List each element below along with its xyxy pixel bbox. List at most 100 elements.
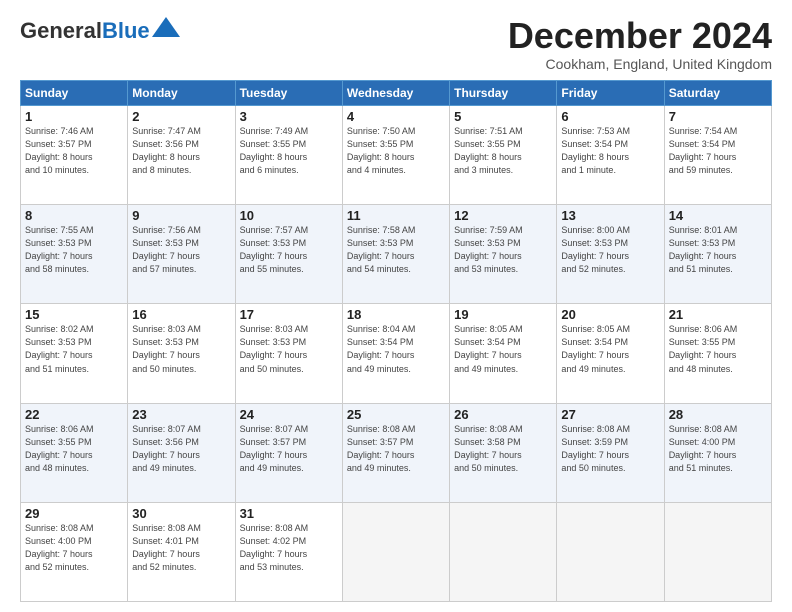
month-title: December 2024: [508, 18, 772, 54]
day-number: 3: [240, 109, 338, 124]
table-row: 23Sunrise: 8:07 AM Sunset: 3:56 PM Dayli…: [128, 403, 235, 502]
logo: GeneralBlue: [20, 18, 180, 44]
day-number: 26: [454, 407, 552, 422]
table-row: 15Sunrise: 8:02 AM Sunset: 3:53 PM Dayli…: [21, 304, 128, 403]
table-row: 7Sunrise: 7:54 AM Sunset: 3:54 PM Daylig…: [664, 106, 771, 205]
table-row: 11Sunrise: 7:58 AM Sunset: 3:53 PM Dayli…: [342, 205, 449, 304]
title-block: December 2024 Cookham, England, United K…: [508, 18, 772, 72]
calendar-week-row: 29Sunrise: 8:08 AM Sunset: 4:00 PM Dayli…: [21, 502, 772, 601]
day-info: Sunrise: 8:08 AM Sunset: 3:58 PM Dayligh…: [454, 423, 552, 475]
calendar-week-row: 22Sunrise: 8:06 AM Sunset: 3:55 PM Dayli…: [21, 403, 772, 502]
table-row: 14Sunrise: 8:01 AM Sunset: 3:53 PM Dayli…: [664, 205, 771, 304]
table-row: 6Sunrise: 7:53 AM Sunset: 3:54 PM Daylig…: [557, 106, 664, 205]
day-info: Sunrise: 7:56 AM Sunset: 3:53 PM Dayligh…: [132, 224, 230, 276]
col-tuesday: Tuesday: [235, 81, 342, 106]
table-row: 12Sunrise: 7:59 AM Sunset: 3:53 PM Dayli…: [450, 205, 557, 304]
day-number: 17: [240, 307, 338, 322]
day-info: Sunrise: 8:08 AM Sunset: 4:02 PM Dayligh…: [240, 522, 338, 574]
table-row: 4Sunrise: 7:50 AM Sunset: 3:55 PM Daylig…: [342, 106, 449, 205]
col-monday: Monday: [128, 81, 235, 106]
day-info: Sunrise: 7:49 AM Sunset: 3:55 PM Dayligh…: [240, 125, 338, 177]
header: GeneralBlue December 2024 Cookham, Engla…: [20, 18, 772, 72]
day-number: 25: [347, 407, 445, 422]
day-number: 22: [25, 407, 123, 422]
table-row: 27Sunrise: 8:08 AM Sunset: 3:59 PM Dayli…: [557, 403, 664, 502]
day-info: Sunrise: 8:00 AM Sunset: 3:53 PM Dayligh…: [561, 224, 659, 276]
table-row: 22Sunrise: 8:06 AM Sunset: 3:55 PM Dayli…: [21, 403, 128, 502]
table-row: 30Sunrise: 8:08 AM Sunset: 4:01 PM Dayli…: [128, 502, 235, 601]
day-number: 19: [454, 307, 552, 322]
calendar-week-row: 15Sunrise: 8:02 AM Sunset: 3:53 PM Dayli…: [21, 304, 772, 403]
day-number: 7: [669, 109, 767, 124]
day-number: 21: [669, 307, 767, 322]
day-info: Sunrise: 8:07 AM Sunset: 3:56 PM Dayligh…: [132, 423, 230, 475]
day-info: Sunrise: 7:54 AM Sunset: 3:54 PM Dayligh…: [669, 125, 767, 177]
table-row: 8Sunrise: 7:55 AM Sunset: 3:53 PM Daylig…: [21, 205, 128, 304]
day-info: Sunrise: 8:08 AM Sunset: 3:59 PM Dayligh…: [561, 423, 659, 475]
day-number: 1: [25, 109, 123, 124]
table-row: 20Sunrise: 8:05 AM Sunset: 3:54 PM Dayli…: [557, 304, 664, 403]
day-number: 8: [25, 208, 123, 223]
table-row: 2Sunrise: 7:47 AM Sunset: 3:56 PM Daylig…: [128, 106, 235, 205]
calendar-week-row: 8Sunrise: 7:55 AM Sunset: 3:53 PM Daylig…: [21, 205, 772, 304]
table-row: 13Sunrise: 8:00 AM Sunset: 3:53 PM Dayli…: [557, 205, 664, 304]
table-row: 17Sunrise: 8:03 AM Sunset: 3:53 PM Dayli…: [235, 304, 342, 403]
day-number: 20: [561, 307, 659, 322]
logo-blue: Blue: [102, 18, 150, 44]
col-thursday: Thursday: [450, 81, 557, 106]
day-info: Sunrise: 8:01 AM Sunset: 3:53 PM Dayligh…: [669, 224, 767, 276]
day-info: Sunrise: 8:08 AM Sunset: 3:57 PM Dayligh…: [347, 423, 445, 475]
day-info: Sunrise: 8:02 AM Sunset: 3:53 PM Dayligh…: [25, 323, 123, 375]
location: Cookham, England, United Kingdom: [508, 56, 772, 72]
day-number: 28: [669, 407, 767, 422]
day-info: Sunrise: 8:04 AM Sunset: 3:54 PM Dayligh…: [347, 323, 445, 375]
day-info: Sunrise: 7:53 AM Sunset: 3:54 PM Dayligh…: [561, 125, 659, 177]
day-info: Sunrise: 8:08 AM Sunset: 4:00 PM Dayligh…: [25, 522, 123, 574]
table-row: 10Sunrise: 7:57 AM Sunset: 3:53 PM Dayli…: [235, 205, 342, 304]
day-info: Sunrise: 7:46 AM Sunset: 3:57 PM Dayligh…: [25, 125, 123, 177]
calendar-week-row: 1Sunrise: 7:46 AM Sunset: 3:57 PM Daylig…: [21, 106, 772, 205]
logo-icon: [152, 17, 180, 37]
col-saturday: Saturday: [664, 81, 771, 106]
day-info: Sunrise: 8:06 AM Sunset: 3:55 PM Dayligh…: [669, 323, 767, 375]
day-info: Sunrise: 8:03 AM Sunset: 3:53 PM Dayligh…: [240, 323, 338, 375]
day-number: 23: [132, 407, 230, 422]
day-info: Sunrise: 8:03 AM Sunset: 3:53 PM Dayligh…: [132, 323, 230, 375]
day-info: Sunrise: 8:07 AM Sunset: 3:57 PM Dayligh…: [240, 423, 338, 475]
day-number: 11: [347, 208, 445, 223]
day-number: 27: [561, 407, 659, 422]
day-number: 24: [240, 407, 338, 422]
day-number: 31: [240, 506, 338, 521]
day-number: 30: [132, 506, 230, 521]
day-number: 18: [347, 307, 445, 322]
day-info: Sunrise: 7:57 AM Sunset: 3:53 PM Dayligh…: [240, 224, 338, 276]
day-number: 4: [347, 109, 445, 124]
col-wednesday: Wednesday: [342, 81, 449, 106]
day-info: Sunrise: 8:08 AM Sunset: 4:01 PM Dayligh…: [132, 522, 230, 574]
day-number: 13: [561, 208, 659, 223]
col-sunday: Sunday: [21, 81, 128, 106]
table-row: 28Sunrise: 8:08 AM Sunset: 4:00 PM Dayli…: [664, 403, 771, 502]
day-number: 5: [454, 109, 552, 124]
table-row: 5Sunrise: 7:51 AM Sunset: 3:55 PM Daylig…: [450, 106, 557, 205]
day-number: 29: [25, 506, 123, 521]
table-row: [450, 502, 557, 601]
day-number: 12: [454, 208, 552, 223]
table-row: 16Sunrise: 8:03 AM Sunset: 3:53 PM Dayli…: [128, 304, 235, 403]
day-number: 6: [561, 109, 659, 124]
table-row: 24Sunrise: 8:07 AM Sunset: 3:57 PM Dayli…: [235, 403, 342, 502]
table-row: 29Sunrise: 8:08 AM Sunset: 4:00 PM Dayli…: [21, 502, 128, 601]
day-number: 9: [132, 208, 230, 223]
table-row: [557, 502, 664, 601]
day-info: Sunrise: 7:55 AM Sunset: 3:53 PM Dayligh…: [25, 224, 123, 276]
day-number: 2: [132, 109, 230, 124]
table-row: 26Sunrise: 8:08 AM Sunset: 3:58 PM Dayli…: [450, 403, 557, 502]
table-row: 1Sunrise: 7:46 AM Sunset: 3:57 PM Daylig…: [21, 106, 128, 205]
day-info: Sunrise: 7:58 AM Sunset: 3:53 PM Dayligh…: [347, 224, 445, 276]
table-row: 21Sunrise: 8:06 AM Sunset: 3:55 PM Dayli…: [664, 304, 771, 403]
table-row: 3Sunrise: 7:49 AM Sunset: 3:55 PM Daylig…: [235, 106, 342, 205]
table-row: [664, 502, 771, 601]
table-row: 25Sunrise: 8:08 AM Sunset: 3:57 PM Dayli…: [342, 403, 449, 502]
day-info: Sunrise: 7:47 AM Sunset: 3:56 PM Dayligh…: [132, 125, 230, 177]
day-info: Sunrise: 8:08 AM Sunset: 4:00 PM Dayligh…: [669, 423, 767, 475]
